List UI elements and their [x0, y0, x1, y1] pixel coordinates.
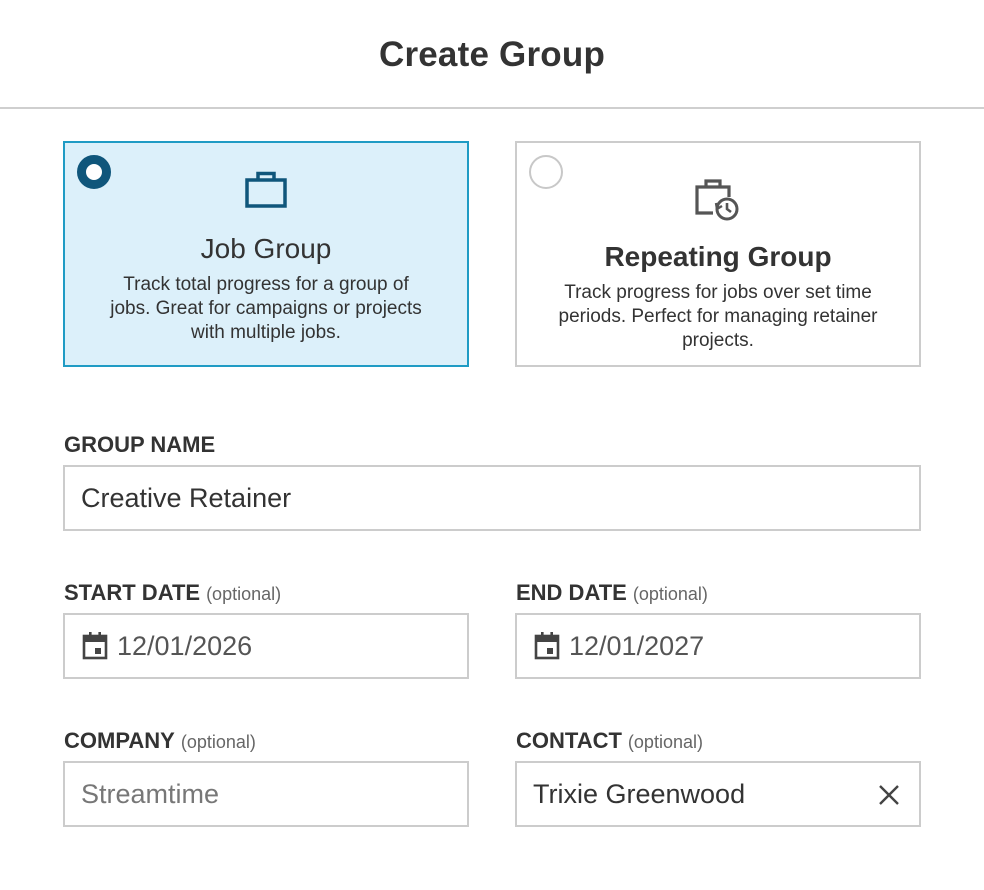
briefcase-icon — [65, 171, 467, 209]
group-name-label-text: GROUP NAME — [64, 432, 216, 457]
end-date-label-text: END DATE — [516, 580, 627, 605]
repeating-group-title: Repeating Group — [604, 241, 832, 272]
end-date-label: END DATE (optional) — [516, 580, 708, 606]
start-date-label-text: START DATE — [64, 580, 201, 605]
end-date-optional: (optional) — [632, 584, 708, 604]
start-date-value: 12/01/2026 — [117, 630, 253, 661]
end-date-value: 12/01/2027 — [569, 630, 705, 661]
job-group-option[interactable]: Job Group Track total progress for a gro… — [63, 141, 469, 367]
contact-value: Trixie Greenwood — [533, 778, 746, 809]
dialog-header: Create Group — [0, 0, 984, 109]
contact-optional: (optional) — [627, 732, 703, 752]
repeating-group-description: Track progress for jobs over set time pe… — [558, 282, 878, 351]
company-input[interactable]: Streamtime — [63, 761, 469, 827]
group-name-value: Creative Retainer — [81, 482, 292, 513]
repeating-group-option[interactable]: Repeating Group Track progress for jobs … — [515, 141, 921, 367]
job-group-title: Job Group — [200, 233, 332, 264]
calendar-icon — [533, 631, 561, 661]
calendar-icon — [81, 631, 109, 661]
start-date-label: START DATE (optional) — [64, 580, 281, 606]
start-date-input[interactable]: 12/01/2026 — [63, 613, 469, 679]
group-name-label: GROUP NAME — [64, 432, 215, 458]
end-date-input[interactable]: 12/01/2027 — [515, 613, 921, 679]
group-name-input[interactable]: Creative Retainer — [63, 465, 921, 531]
briefcase-clock-icon — [517, 179, 919, 221]
contact-label: CONTACT (optional) — [516, 728, 703, 754]
company-label-text: COMPANY — [64, 728, 175, 753]
contact-input[interactable]: Trixie Greenwood — [515, 761, 921, 827]
contact-label-text: CONTACT — [516, 728, 622, 753]
company-placeholder: Streamtime — [81, 778, 220, 809]
job-group-description: Track total progress for a group of jobs… — [110, 274, 422, 343]
company-label: COMPANY (optional) — [64, 728, 256, 754]
company-optional: (optional) — [180, 732, 256, 752]
close-icon[interactable] — [877, 783, 901, 807]
start-date-optional: (optional) — [206, 584, 282, 604]
page-title: Create Group — [378, 35, 606, 74]
